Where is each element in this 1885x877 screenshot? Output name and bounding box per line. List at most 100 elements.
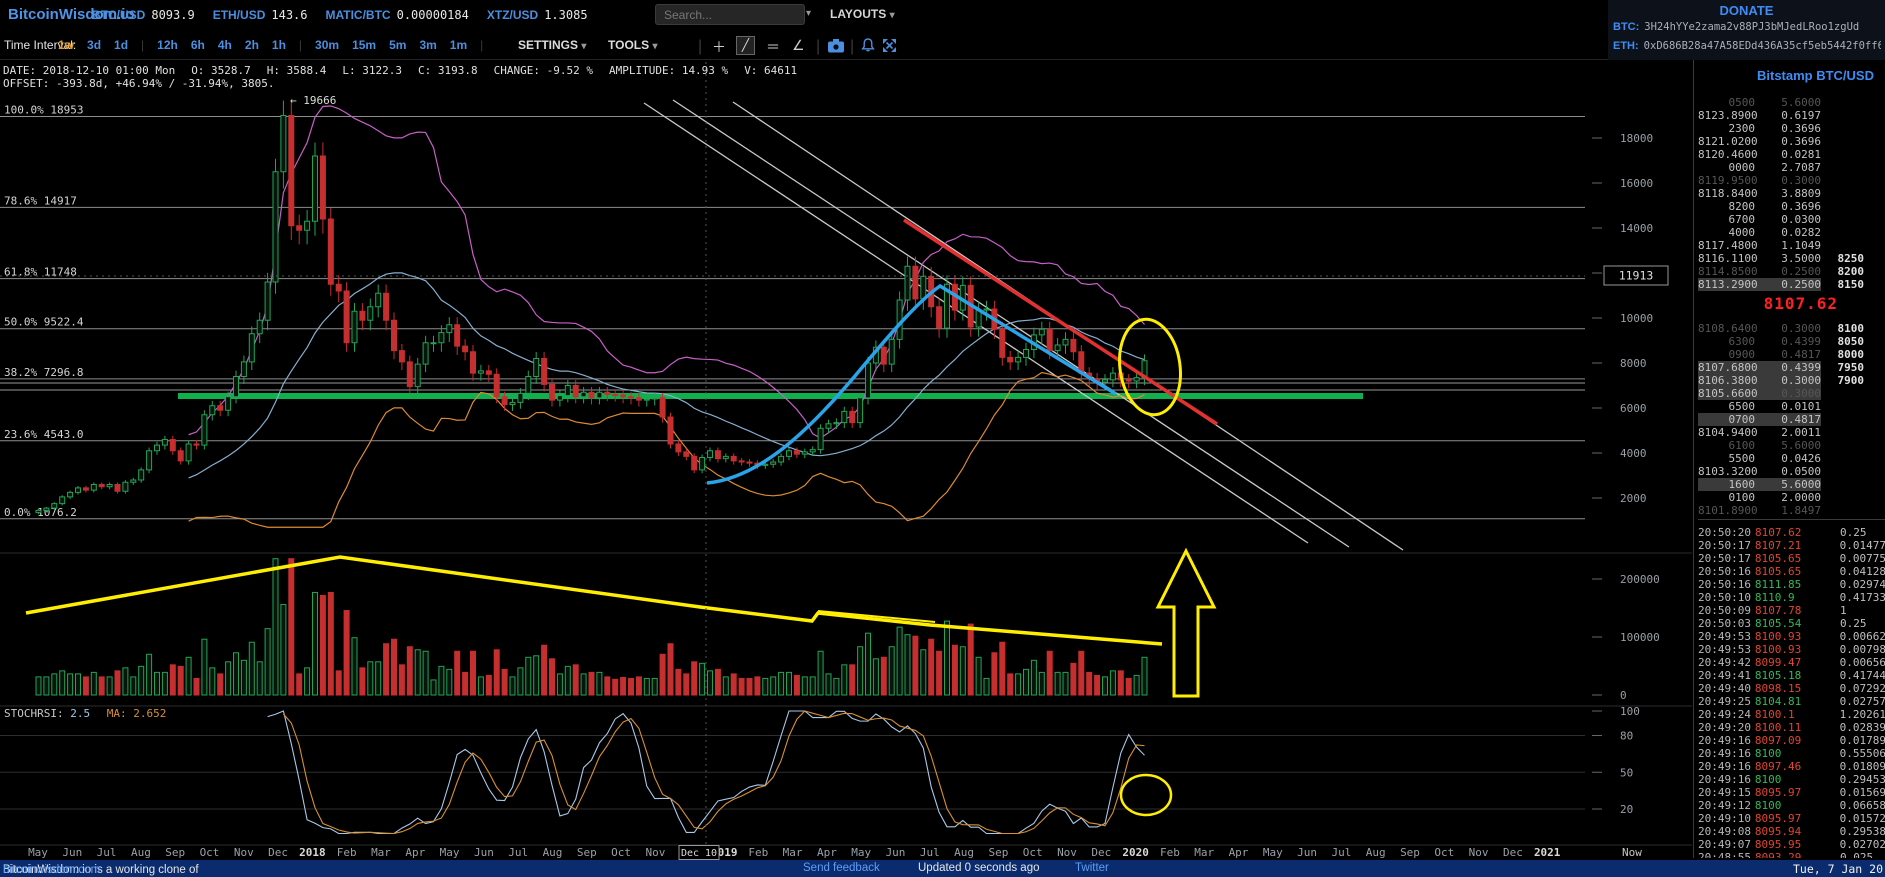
order-amount: 2.0000 <box>1755 491 1821 504</box>
svg-text:Sep: Sep <box>577 846 597 859</box>
ask-row: 8117.48001.1049 <box>1694 239 1885 252</box>
trade-time: 20:49:16 <box>1698 760 1755 773</box>
svg-text:Jul: Jul <box>1331 846 1351 859</box>
svg-text:May: May <box>1263 846 1283 859</box>
ticker-item[interactable]: ETH/USD143.6 <box>213 8 308 22</box>
interval-button-1d[interactable]: 1d <box>114 38 128 52</box>
expand-icon[interactable] <box>882 38 897 53</box>
plus-icon[interactable]: ＋ <box>712 37 726 57</box>
order-price: 5500 <box>1698 452 1755 465</box>
chart-canvas[interactable]: 100.0% 1895378.6% 1491761.8% 1174850.0% … <box>0 0 1692 877</box>
scale-price: 8050 <box>1821 335 1864 348</box>
tools-button[interactable]: TOOLS ▾ <box>608 38 658 52</box>
svg-text:Jun: Jun <box>62 846 82 859</box>
chevron-down-icon: ▾ <box>581 41 586 52</box>
trade-time: 20:49:53 <box>1698 630 1755 643</box>
order-price: 6100 <box>1698 439 1755 452</box>
order-price: 0100 <box>1698 491 1755 504</box>
search-input[interactable] <box>655 4 805 25</box>
interval-button-15m[interactable]: 15m <box>352 38 376 52</box>
trade-amount: 1.20261 <box>1840 708 1885 721</box>
header-bar: BitcoinWisdom.io BTC/USD8093.9ETH/USD143… <box>0 0 1885 32</box>
price-amount: 01002.0000 <box>1698 491 1821 504</box>
svg-text:Dec: Dec <box>268 846 288 859</box>
scale-price <box>1821 239 1864 252</box>
interval-button-3d[interactable]: 3d <box>87 38 101 52</box>
price-amount: 8120.46000.0281 <box>1698 148 1821 161</box>
order-price: 8101.8900 <box>1698 504 1755 517</box>
interval-button-5m[interactable]: 5m <box>389 38 406 52</box>
price-amount: 40000.0282 <box>1698 226 1821 239</box>
ask-list: 05005.60008123.89000.619723000.36968121.… <box>1694 96 1885 291</box>
channel-lines <box>644 100 1403 550</box>
ask-row: 8116.11003.50008250 <box>1694 252 1885 265</box>
ticker-item[interactable]: BTC/USD8093.9 <box>92 8 195 22</box>
scale-price <box>1821 109 1864 122</box>
twitter-link[interactable]: Twitter <box>1075 862 1109 874</box>
trade-amount: 0.07292 <box>1840 682 1885 695</box>
scale-price: 7950 <box>1821 361 1864 374</box>
interval-button-30m[interactable]: 30m <box>315 38 339 52</box>
trade-amount: 0.01572 <box>1840 812 1885 825</box>
scale-price <box>1821 122 1864 135</box>
interval-button-1m[interactable]: 1m <box>450 38 467 52</box>
trade-time: 20:49:42 <box>1698 656 1755 669</box>
scale-price <box>1821 426 1864 439</box>
interval-button-4h[interactable]: 4h <box>218 38 232 52</box>
info-segment: C: 3193.8 <box>418 64 478 77</box>
trade-amount: 0.25 <box>1840 617 1867 630</box>
trade-time: 20:48:55 <box>1698 851 1755 858</box>
trade-row: 20:50:178105.650.00775 <box>1694 552 1885 565</box>
interval-button-12h[interactable]: 12h <box>157 38 178 52</box>
horizontal-line-tool-icon[interactable]: ＝ <box>766 37 780 57</box>
feedback-link[interactable]: Send feedback <box>803 862 880 874</box>
peak-annotation: ← 19666 <box>290 94 336 107</box>
svg-text:2018: 2018 <box>299 846 326 859</box>
interval-button-3m[interactable]: 3m <box>419 38 436 52</box>
btc-label: BTC: <box>1613 21 1639 33</box>
trade-row: 20:49:088095.940.29538 <box>1694 825 1885 838</box>
trade-time: 20:50:20 <box>1698 526 1755 539</box>
ticker-value: 0.00000184 <box>397 8 469 22</box>
svg-text:Jun: Jun <box>1297 846 1317 859</box>
trade-time: 20:49:07 <box>1698 838 1755 851</box>
svg-text:11913: 11913 <box>1619 269 1654 283</box>
order-price: 0700 <box>1698 413 1755 426</box>
toolbar-separator: | <box>480 38 483 52</box>
layouts-button[interactable]: LAYOUTS ▾ <box>830 7 895 21</box>
clone-link[interactable]: bitcoinwisdom.com <box>3 864 100 876</box>
bell-icon[interactable] <box>860 37 876 54</box>
trade-price: 8100.93 <box>1755 630 1840 643</box>
order-amount: 0.2500 <box>1755 278 1821 291</box>
interval-button-2h[interactable]: 2h <box>245 38 259 52</box>
svg-text:Jul: Jul <box>920 846 940 859</box>
angle-tool-icon[interactable]: ∠ <box>792 37 805 54</box>
svg-text:Oct: Oct <box>1434 846 1454 859</box>
settings-button[interactable]: SETTINGS ▾ <box>518 38 586 52</box>
trade-time: 20:50:03 <box>1698 617 1755 630</box>
ticker-item[interactable]: MATIC/BTC 0.00000184 <box>326 8 469 22</box>
svg-text:200000: 200000 <box>1620 573 1660 586</box>
ticker-item[interactable]: XTZ/USD1.3085 <box>487 8 588 22</box>
trend-line-tool-icon[interactable]: ╱ <box>736 36 755 55</box>
trade-amount: 0.00798 <box>1840 643 1885 656</box>
trade-price: 8107.62 <box>1755 526 1840 539</box>
search-dropdown-caret-icon[interactable]: ▾ <box>806 8 811 19</box>
interval-button-1h[interactable]: 1h <box>272 38 286 52</box>
camera-icon[interactable] <box>828 39 844 53</box>
ticker-pair: MATIC/BTC <box>326 8 391 22</box>
trade-row: 20:49:078095.950.02702 <box>1694 838 1885 851</box>
bid-row: 01002.0000 <box>1694 491 1885 504</box>
status-bar: BitcoinWisdom.io is a working clone of b… <box>0 860 1885 877</box>
interval-button-6h[interactable]: 6h <box>191 38 205 52</box>
order-price: 0900 <box>1698 348 1755 361</box>
toolbar-separator: | <box>698 38 702 56</box>
trade-price: 8107.78 <box>1755 604 1840 617</box>
order-amount: 0.3000 <box>1755 374 1821 387</box>
scale-price <box>1821 413 1864 426</box>
info-segment: AMPLITUDE: 14.93 % <box>609 64 728 77</box>
trade-amount: 0.06658 <box>1840 799 1885 812</box>
price-amount: 07000.4817 <box>1698 413 1821 426</box>
trade-time: 20:49:25 <box>1698 695 1755 708</box>
interval-button-1w[interactable]: 1w <box>58 38 74 52</box>
